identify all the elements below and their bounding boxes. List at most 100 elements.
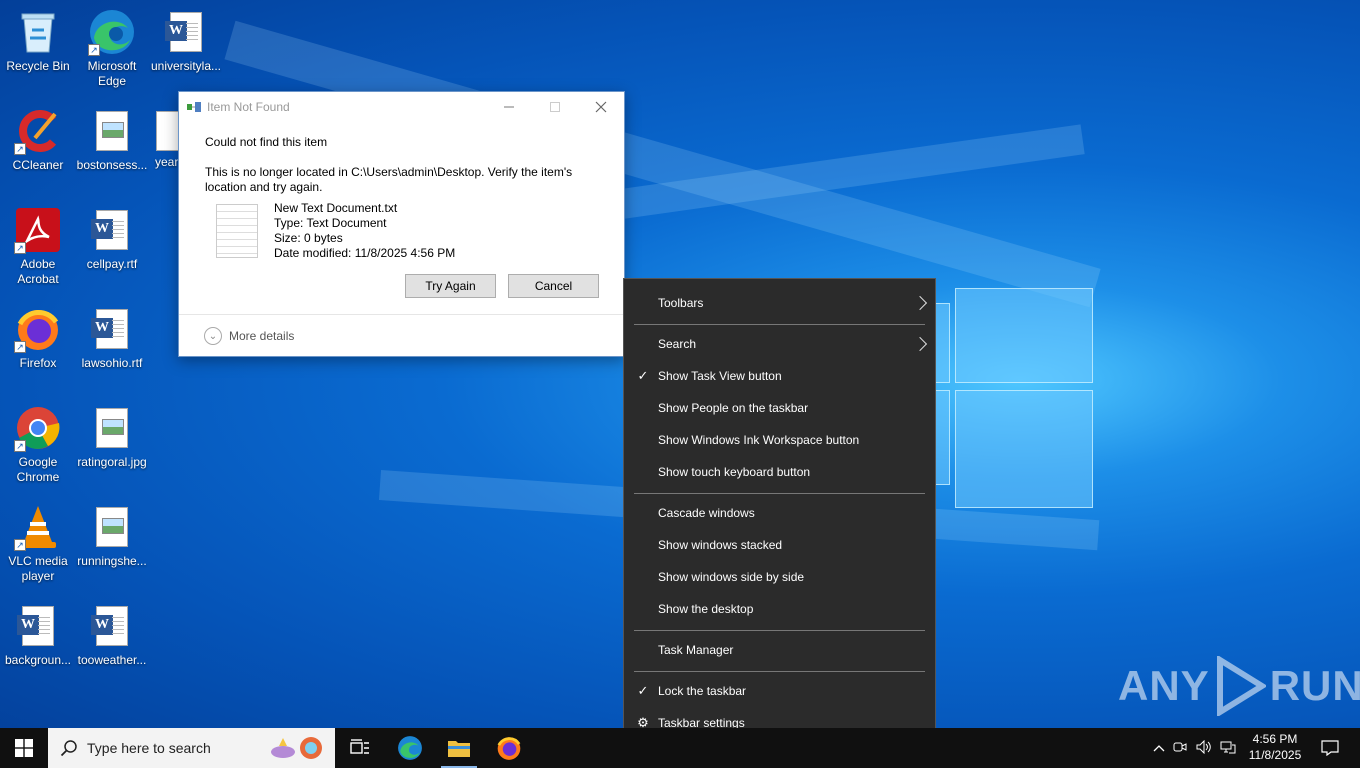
menu-item-label: Cascade windows xyxy=(658,506,755,520)
image-file-icon xyxy=(88,404,136,452)
taskbar-context-menu: Toolbars Search ✓ Show Task View button … xyxy=(623,278,936,748)
icon-label: Microsoft Edge xyxy=(87,59,137,88)
minimize-button[interactable] xyxy=(486,92,532,122)
desktop-icon-bostonsess[interactable]: bostonsess... xyxy=(74,107,150,173)
desktop-icon-background-doc[interactable]: W backgroun... xyxy=(0,602,76,668)
file-size: Size: 0 bytes xyxy=(274,231,343,245)
menu-item-label: Search xyxy=(658,337,697,351)
close-button[interactable] xyxy=(578,92,624,122)
desktop-icon-tooweather[interactable]: W tooweather... xyxy=(74,602,150,668)
icon-label: universityla... xyxy=(150,59,222,73)
icon-label: backgroun... xyxy=(4,653,72,667)
image-file-icon xyxy=(88,503,136,551)
desktop-icon-recycle-bin[interactable]: Recycle Bin xyxy=(0,8,76,74)
meet-now-icon[interactable] xyxy=(1168,740,1192,757)
menu-item-label: Show Task View button xyxy=(658,369,782,383)
icon-label: ratingoral.jpg xyxy=(77,455,147,469)
menu-separator xyxy=(634,671,925,672)
word-doc-icon: W xyxy=(162,8,210,56)
chevron-right-icon xyxy=(912,336,928,352)
clock-date: 11/8/2025 xyxy=(1248,748,1302,762)
anyrun-watermark: ANY RUN xyxy=(1118,654,1360,718)
taskbar-edge[interactable] xyxy=(386,728,434,768)
desktop-icon-cellpay[interactable]: W cellpay.rtf xyxy=(74,206,150,272)
menu-item-show-windows-side-by-side[interactable]: Show windows side by side xyxy=(624,561,935,593)
chevron-down-icon: ⌄ xyxy=(204,327,222,345)
menu-item-show-people[interactable]: Show People on the taskbar xyxy=(624,392,935,424)
icon-label: CCleaner xyxy=(12,158,64,172)
menu-item-toolbars[interactable]: Toolbars xyxy=(624,287,935,319)
desktop-icon-universityla[interactable]: W universityla... xyxy=(148,8,224,74)
checkmark-icon: ✓ xyxy=(637,683,649,698)
action-center-button[interactable] xyxy=(1306,728,1354,768)
file-name: New Text Document.txt xyxy=(274,201,398,215)
desktop-icon-runningshe[interactable]: runningshe... xyxy=(74,503,150,569)
menu-separator xyxy=(634,324,925,325)
file-move-icon xyxy=(187,101,201,113)
menu-separator xyxy=(634,630,925,631)
desktop-icon-google-chrome[interactable]: ↗ Google Chrome xyxy=(0,404,76,485)
cancel-button[interactable]: Cancel xyxy=(508,274,599,298)
more-details-toggle[interactable]: ⌄ More details xyxy=(179,314,624,357)
edge-icon xyxy=(398,736,422,760)
menu-item-search[interactable]: Search xyxy=(624,328,935,360)
folder-icon xyxy=(448,741,470,757)
menu-item-show-desktop[interactable]: Show the desktop xyxy=(624,593,935,625)
file-date-modified: Date modified: 11/8/2025 4:56 PM xyxy=(274,246,456,260)
dialog-titlebar[interactable]: Item Not Found xyxy=(179,92,624,122)
acrobat-icon: ↗ xyxy=(14,206,62,254)
file-info: New Text Document.txt Type: Text Documen… xyxy=(274,201,455,261)
taskbar-clock[interactable]: 4:56 PM 11/8/2025 xyxy=(1240,731,1310,763)
volume-icon[interactable] xyxy=(1192,739,1216,757)
menu-item-label: Lock the taskbar xyxy=(658,684,747,698)
try-again-button[interactable]: Try Again xyxy=(405,274,496,298)
desktop-icon-lawsohio[interactable]: W lawsohio.rtf xyxy=(74,305,150,371)
taskbar-firefox[interactable] xyxy=(485,728,533,768)
taskbar-file-explorer[interactable] xyxy=(435,728,483,768)
menu-item-show-ink-workspace[interactable]: Show Windows Ink Workspace button xyxy=(624,424,935,456)
menu-item-show-windows-stacked[interactable]: Show windows stacked xyxy=(624,529,935,561)
chevron-up-icon[interactable] xyxy=(1150,741,1168,755)
dialog-message: This is no longer located in C:\Users\ad… xyxy=(205,165,573,194)
icon-label: Adobe Acrobat xyxy=(17,257,59,286)
icon-label: Google Chrome xyxy=(16,455,60,484)
ccleaner-icon: ↗ xyxy=(14,107,62,155)
close-icon xyxy=(595,101,607,113)
start-button[interactable] xyxy=(0,728,48,768)
desktop-icon-vlc[interactable]: ↗ VLC media player xyxy=(0,503,76,584)
edge-icon: ↗ xyxy=(88,8,136,56)
maximize-icon xyxy=(550,102,560,112)
menu-item-show-touch-keyboard[interactable]: Show touch keyboard button xyxy=(624,456,935,488)
search-placeholder: Type here to search xyxy=(87,740,211,756)
menu-separator xyxy=(634,493,925,494)
network-icon[interactable] xyxy=(1216,740,1240,757)
menu-item-label: Show windows side by side xyxy=(658,570,805,584)
taskbar-search-box[interactable]: Type here to search xyxy=(48,728,335,768)
menu-item-label: Show windows stacked xyxy=(658,538,783,552)
menu-item-lock-taskbar[interactable]: ✓ Lock the taskbar xyxy=(624,675,935,707)
desktop-icon-microsoft-edge[interactable]: ↗ Microsoft Edge xyxy=(74,8,150,89)
icon-label: tooweather... xyxy=(77,653,147,667)
desktop-icon-firefox[interactable]: ↗ Firefox xyxy=(0,305,76,371)
menu-item-label: Show touch keyboard button xyxy=(658,465,811,479)
icon-label: Firefox xyxy=(19,356,57,370)
search-highlight-icon xyxy=(269,734,325,765)
item-not-found-dialog: Item Not Found Could not find this item … xyxy=(178,91,625,357)
task-view-button[interactable] xyxy=(336,728,384,768)
menu-item-task-manager[interactable]: Task Manager xyxy=(624,634,935,666)
system-tray xyxy=(1150,728,1240,768)
recycle-bin-icon xyxy=(14,8,62,56)
search-icon xyxy=(60,740,77,757)
menu-item-show-task-view[interactable]: ✓ Show Task View button xyxy=(624,360,935,392)
desktop-icon-adobe-acrobat[interactable]: ↗ Adobe Acrobat xyxy=(0,206,76,287)
firefox-icon: ↗ xyxy=(14,305,62,353)
notification-icon xyxy=(1321,740,1339,756)
windows-start-icon xyxy=(15,739,33,757)
file-type: Type: Text Document xyxy=(274,216,387,230)
more-details-label: More details xyxy=(229,329,295,343)
desktop-icon-ccleaner[interactable]: ↗ CCleaner xyxy=(0,107,76,173)
maximize-button[interactable] xyxy=(532,92,578,122)
desktop-icon-ratingoral[interactable]: ratingoral.jpg xyxy=(74,404,150,470)
menu-item-cascade-windows[interactable]: Cascade windows xyxy=(624,497,935,529)
firefox-icon xyxy=(497,737,521,760)
